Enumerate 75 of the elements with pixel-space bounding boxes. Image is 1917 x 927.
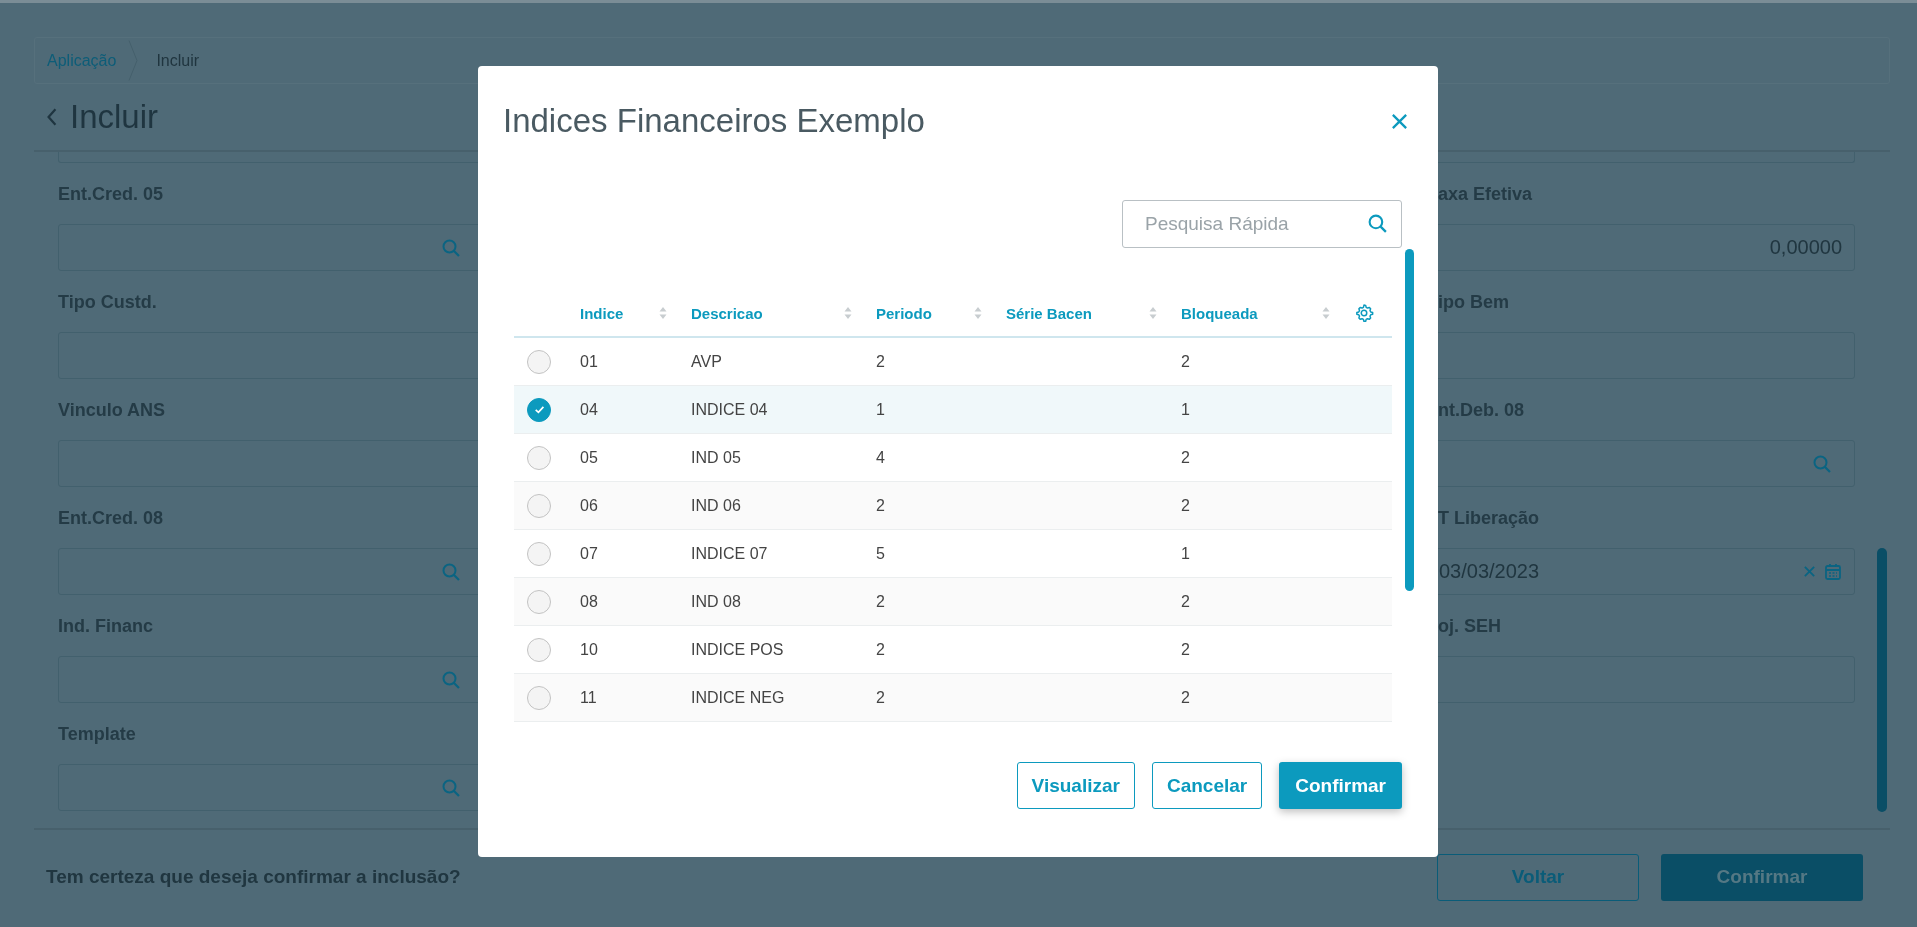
table-cell: 2 xyxy=(1181,448,1190,466)
action-button[interactable]: Cancelar xyxy=(1151,762,1263,809)
table-cell: 1 xyxy=(1181,400,1190,418)
field-value: 03/03/2023 xyxy=(1439,560,1541,583)
radio-button[interactable] xyxy=(527,589,551,614)
action-button[interactable]: Confirmar xyxy=(1279,762,1402,809)
breadcrumb-item: Incluir xyxy=(156,51,200,70)
table-cell: 2 xyxy=(1181,496,1190,514)
table-cell: 05 xyxy=(580,448,598,466)
calendar-icon[interactable] xyxy=(1824,562,1842,581)
table-cell: 04 xyxy=(580,400,598,418)
table-row[interactable]: 05 IND 05 4 2 xyxy=(514,433,1392,482)
table-cell: IND 08 xyxy=(691,592,741,610)
table-cell: 07 xyxy=(580,544,598,562)
back-icon[interactable] xyxy=(46,106,58,128)
table-cell: 2 xyxy=(1181,592,1190,610)
action-button[interactable]: Visualizar xyxy=(1016,762,1135,809)
column-header[interactable]: Indice xyxy=(580,304,624,322)
sort-icon[interactable] xyxy=(1149,306,1157,320)
table-cell: 5 xyxy=(876,544,885,562)
sort-icon[interactable] xyxy=(1322,306,1330,320)
radio-button[interactable] xyxy=(527,541,551,566)
table-cell: 2 xyxy=(876,352,885,370)
table-cell: 11 xyxy=(580,688,597,706)
table-cell: 01 xyxy=(580,352,598,370)
table-cell: 4 xyxy=(876,448,885,466)
table-row[interactable]: 07 INDICE 07 5 1 xyxy=(514,529,1392,578)
table-cell: 2 xyxy=(1181,688,1190,706)
close-icon[interactable] xyxy=(1390,111,1409,131)
table-cell: 2 xyxy=(876,688,885,706)
table-cell: AVP xyxy=(691,352,722,370)
table-cell: 08 xyxy=(580,592,598,610)
column-header[interactable]: Descricao xyxy=(691,304,763,322)
table-cell: INDICE NEG xyxy=(691,688,785,706)
sort-icon[interactable] xyxy=(974,306,982,320)
radio-button[interactable] xyxy=(527,637,551,662)
search-icon[interactable] xyxy=(1367,213,1388,234)
table-cell: 1 xyxy=(1181,544,1190,562)
table-cell: INDICE 07 xyxy=(691,544,768,562)
column-header[interactable]: Periodo xyxy=(876,304,932,322)
table-cell: 2 xyxy=(876,592,885,610)
table-cell: 10 xyxy=(580,640,598,658)
column-header[interactable]: Bloqueada xyxy=(1181,304,1258,322)
table-row[interactable]: 11 INDICE NEG 2 2 xyxy=(514,673,1392,722)
table-cell: INDICE POS xyxy=(691,640,784,658)
table-cell: INDICE 04 xyxy=(691,400,768,418)
table-cell: 1 xyxy=(876,400,885,418)
radio-button[interactable] xyxy=(527,493,551,518)
scrollbar[interactable] xyxy=(1877,548,1887,812)
radio-button[interactable] xyxy=(527,349,551,374)
dialog-title: Indices Financeiros Exemplo xyxy=(503,102,925,140)
table-cell: IND 06 xyxy=(691,496,741,514)
table-cell: 2 xyxy=(1181,352,1190,370)
scrollbar[interactable] xyxy=(1405,249,1414,591)
field-value: 0,00000 xyxy=(1768,236,1842,259)
table-row[interactable]: 08 IND 08 2 2 xyxy=(514,577,1392,626)
column-header[interactable]: Série Bacen xyxy=(1006,304,1092,322)
sort-icon[interactable] xyxy=(659,306,667,320)
table-cell: 06 xyxy=(580,496,598,514)
radio-button[interactable] xyxy=(527,445,551,470)
table-cell: IND 05 xyxy=(691,448,741,466)
radio-button[interactable] xyxy=(527,397,551,422)
action-button[interactable]: Confirmar xyxy=(1661,853,1863,901)
search-field[interactable]: Pesquisa Rápida xyxy=(1122,200,1402,248)
table-cell: 2 xyxy=(876,640,885,658)
table-row[interactable]: 04 INDICE 04 1 1 xyxy=(514,385,1392,434)
sort-icon[interactable] xyxy=(844,306,852,320)
table-row[interactable]: 01 AVP 2 2 xyxy=(514,337,1392,386)
table-row[interactable]: 10 INDICE POS 2 2 xyxy=(514,625,1392,674)
radio-button[interactable] xyxy=(527,685,551,710)
table-cell: 2 xyxy=(1181,640,1190,658)
settings-icon[interactable] xyxy=(1354,303,1374,323)
clear-icon[interactable] xyxy=(1803,565,1816,578)
table-row[interactable]: 06 IND 06 2 2 xyxy=(514,481,1392,530)
table-cell: 2 xyxy=(876,496,885,514)
